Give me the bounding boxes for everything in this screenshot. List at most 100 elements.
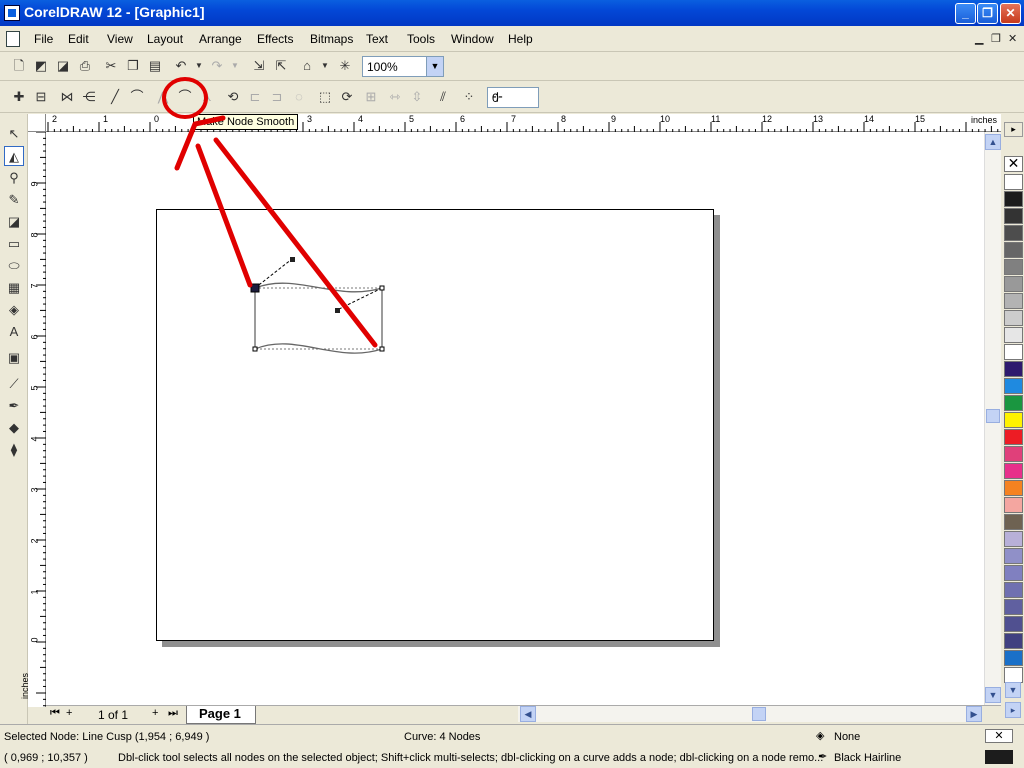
reflect-vertical-icon[interactable]: ⇳ bbox=[408, 88, 426, 106]
launcher-dropdown-icon[interactable]: ▼ bbox=[316, 57, 334, 75]
menu-text[interactable]: Text bbox=[366, 32, 388, 46]
color-swatch[interactable] bbox=[1004, 208, 1023, 224]
color-swatch[interactable] bbox=[1004, 633, 1023, 649]
doc-minimize-button[interactable]: ▁ bbox=[975, 32, 983, 45]
color-swatch[interactable] bbox=[1004, 514, 1023, 530]
elastic-mode-icon[interactable]: ⫽ bbox=[434, 88, 452, 106]
menu-help[interactable]: Help bbox=[508, 32, 533, 46]
menu-view[interactable]: View bbox=[107, 32, 133, 46]
vertical-scroll-thumb[interactable] bbox=[986, 409, 1000, 423]
color-swatch[interactable] bbox=[1004, 310, 1023, 326]
last-page-icon[interactable]: ⏭ bbox=[168, 707, 178, 720]
first-page-icon[interactable]: ⏮ bbox=[50, 707, 60, 720]
color-swatch[interactable] bbox=[1004, 463, 1023, 479]
rotate-skew-nodes-icon[interactable]: ⟳ bbox=[338, 88, 356, 106]
export-icon[interactable]: ⇱ bbox=[272, 57, 290, 75]
fill-tool-icon[interactable]: ◆ bbox=[4, 418, 24, 438]
smart-fill-tool-icon[interactable]: ◪ bbox=[4, 212, 24, 232]
corel-online-icon[interactable]: ✳ bbox=[336, 57, 354, 75]
menu-effects[interactable]: Effects bbox=[257, 32, 293, 46]
palette-options-icon[interactable]: ▸ bbox=[1004, 122, 1023, 137]
no-color-swatch[interactable]: ✕ bbox=[1004, 156, 1023, 172]
control-point-handle[interactable] bbox=[335, 308, 340, 313]
add-node-icon[interactable]: ✚ bbox=[10, 88, 28, 106]
interactive-fill-tool-icon[interactable]: ⧫ bbox=[4, 440, 24, 460]
make-node-symmetrical-icon[interactable]: ⋏ bbox=[198, 88, 216, 106]
drawing-canvas[interactable] bbox=[46, 132, 984, 705]
menu-arrange[interactable]: Arrange bbox=[199, 32, 242, 46]
color-swatch[interactable] bbox=[1004, 242, 1023, 258]
doc-close-button[interactable]: ✕ bbox=[1008, 32, 1017, 45]
convert-to-curve-icon[interactable]: ⌒ bbox=[128, 88, 146, 106]
restore-button[interactable]: ❐ bbox=[977, 3, 998, 24]
zoom-level-select[interactable]: 100% ▼ bbox=[362, 56, 444, 77]
node-handle[interactable] bbox=[379, 346, 385, 352]
selected-node-handle[interactable] bbox=[250, 283, 260, 293]
fill-none-swatch[interactable]: ✕ bbox=[985, 729, 1013, 743]
break-curve-icon[interactable]: ⋲ bbox=[80, 88, 98, 106]
delete-node-icon[interactable]: ⊟ bbox=[32, 88, 50, 106]
vertical-ruler[interactable]: 9 8 7 6 5 4 3 2 1 0 inches bbox=[20, 132, 46, 707]
make-node-cusp-icon[interactable]: ⋀ bbox=[154, 88, 172, 106]
menu-bitmaps[interactable]: Bitmaps bbox=[310, 32, 353, 46]
reflect-horizontal-icon[interactable]: ⇿ bbox=[386, 88, 404, 106]
color-swatch[interactable] bbox=[1004, 378, 1023, 394]
doc-restore-button[interactable]: ❐ bbox=[991, 32, 1001, 45]
open-icon[interactable]: ◩ bbox=[32, 57, 50, 75]
color-swatch[interactable] bbox=[1004, 531, 1023, 547]
stretch-scale-nodes-icon[interactable]: ⬚ bbox=[316, 88, 334, 106]
pick-tool-icon[interactable]: ↖ bbox=[4, 124, 24, 144]
menu-window[interactable]: Window bbox=[451, 32, 494, 46]
graph-paper-tool-icon[interactable]: ▦ bbox=[4, 278, 24, 298]
palette-scroll-down-icon[interactable]: ▼ bbox=[1005, 682, 1021, 698]
minimize-button[interactable]: _ bbox=[955, 3, 976, 24]
curve-smoothness-field[interactable]: 0 ⊹ bbox=[487, 87, 539, 108]
document-icon[interactable] bbox=[6, 31, 20, 47]
color-swatch[interactable] bbox=[1004, 361, 1023, 377]
menu-tools[interactable]: Tools bbox=[407, 32, 435, 46]
application-launcher-icon[interactable]: ⌂ bbox=[298, 57, 316, 75]
extend-curve-icon[interactable]: ⊏ bbox=[246, 88, 264, 106]
make-node-smooth-icon[interactable]: ⌒ bbox=[176, 88, 194, 106]
wavy-curve-path[interactable] bbox=[254, 282, 383, 354]
cut-icon[interactable]: ✂ bbox=[102, 57, 120, 75]
freehand-tool-icon[interactable]: ✎ bbox=[4, 190, 24, 210]
add-page-before-icon[interactable]: + bbox=[66, 707, 72, 719]
color-swatch[interactable] bbox=[1004, 480, 1023, 496]
menu-edit[interactable]: Edit bbox=[68, 32, 89, 46]
add-page-after-icon[interactable]: + bbox=[152, 707, 158, 719]
color-swatch[interactable] bbox=[1004, 259, 1023, 275]
paste-icon[interactable]: ▤ bbox=[146, 57, 164, 75]
scroll-down-icon[interactable]: ▼ bbox=[985, 687, 1001, 703]
color-swatch[interactable] bbox=[1004, 327, 1023, 343]
page-tab[interactable]: Page 1 bbox=[186, 706, 256, 724]
color-swatch[interactable] bbox=[1004, 565, 1023, 581]
print-icon[interactable]: ⎙ bbox=[76, 57, 94, 75]
node-handle[interactable] bbox=[379, 285, 385, 291]
join-nodes-icon[interactable]: ⋈ bbox=[58, 88, 76, 106]
redo-dropdown-icon[interactable]: ▼ bbox=[226, 57, 244, 75]
eyedropper-tool-icon[interactable]: ⟋ bbox=[4, 374, 24, 394]
slider-icon[interactable]: ⊹ bbox=[492, 89, 536, 105]
scroll-up-icon[interactable]: ▲ bbox=[985, 134, 1001, 150]
color-swatch[interactable] bbox=[1004, 599, 1023, 615]
auto-close-icon[interactable]: ◌ bbox=[290, 88, 308, 106]
vertical-scrollbar[interactable]: ▲ ▼ bbox=[984, 132, 1001, 705]
text-tool-icon[interactable]: A bbox=[4, 322, 24, 342]
color-swatch[interactable] bbox=[1004, 446, 1023, 462]
interactive-blend-tool-icon[interactable]: ▣ bbox=[4, 348, 24, 368]
undo-dropdown-icon[interactable]: ▼ bbox=[190, 57, 208, 75]
palette-expand-icon[interactable]: ▸ bbox=[1005, 702, 1021, 718]
color-swatch[interactable] bbox=[1004, 225, 1023, 241]
color-swatch[interactable] bbox=[1004, 616, 1023, 632]
outline-tool-icon[interactable]: ✒ bbox=[4, 396, 24, 416]
ellipse-tool-icon[interactable]: ⬭ bbox=[4, 256, 24, 276]
undo-icon[interactable]: ↶ bbox=[172, 57, 190, 75]
redo-icon[interactable]: ↷ bbox=[208, 57, 226, 75]
scroll-left-icon[interactable]: ◀ bbox=[520, 706, 536, 722]
copy-icon[interactable]: ❐ bbox=[124, 57, 142, 75]
color-swatch[interactable] bbox=[1004, 548, 1023, 564]
extract-subpath-icon[interactable]: ⊐ bbox=[268, 88, 286, 106]
color-swatch[interactable] bbox=[1004, 582, 1023, 598]
save-icon[interactable]: ◪ bbox=[54, 57, 72, 75]
